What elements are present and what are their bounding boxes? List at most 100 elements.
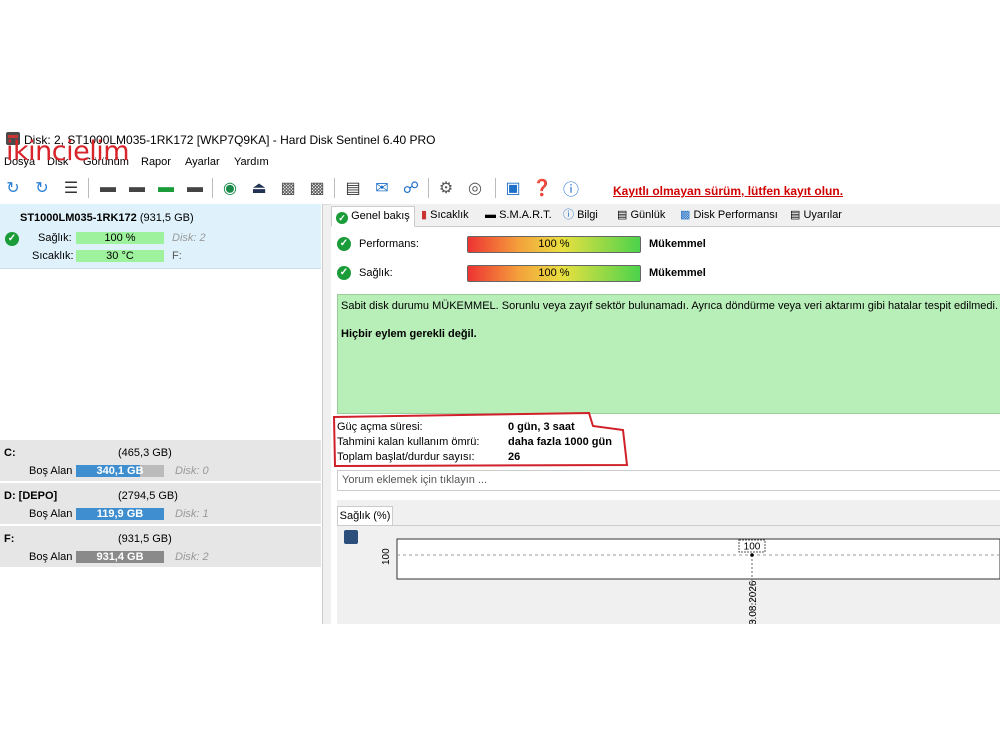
chart-area: Sağlık (%) 100 100 3.08.2026 (337, 500, 1000, 624)
free-space-value: 119,9 GB (96, 508, 144, 520)
tab-info[interactable]: ⓘ Bilgi (559, 206, 602, 225)
performance-ok-icon: ✓ (337, 237, 351, 251)
tab-label: Uyarılar (803, 209, 842, 221)
drive-icon[interactable]: ▩ (277, 177, 299, 199)
health-rating: Mükemmel (649, 267, 706, 279)
refresh-warning-icon[interactable]: ↻ (31, 177, 53, 199)
action-text: Hiçbir eylem gerekli değil. (341, 328, 477, 340)
tab-label: Genel bakış (351, 210, 410, 222)
y-tick-label: 100 (381, 548, 392, 565)
comment-input[interactable]: Yorum eklemek için tıklayın ... (337, 470, 1000, 491)
status-text: Sabit disk durumu MÜKEMMEL. Sorunlu veya… (341, 300, 999, 312)
volume-letter: D: [DEPO] (4, 490, 58, 502)
volume-letter: C: (4, 447, 16, 459)
tab-label: S.M.A.R.T. (499, 209, 552, 221)
menu-report[interactable]: Rapor (141, 156, 171, 168)
menu-bar: Dosya Disk Görünüm Rapor Ayarlar Yardım (0, 150, 1000, 170)
free-space-label: Boş Alan (29, 465, 73, 477)
volume-size: (2794,5 GB) (118, 490, 178, 502)
volume-d[interactable]: D: [DEPO] (2794,5 GB) Boş Alan 119,9 GB … (0, 483, 321, 525)
tab-alerts[interactable]: ▤ Uyarılar (786, 206, 846, 225)
free-space-bar: 931,4 GB (76, 551, 164, 563)
volume-disk: Disk: 1 (175, 508, 209, 520)
free-space-label: Boş Alan (29, 508, 73, 520)
network-icon[interactable]: ☍ (400, 177, 422, 199)
register-link[interactable]: Kayıtlı olmayan sürüm, lütfen kayıt olun… (613, 184, 843, 198)
report-icon[interactable]: ▤ (342, 177, 364, 199)
disk-temp-drive: F: (172, 250, 182, 262)
data-label: 100 (744, 542, 761, 553)
eject-icon[interactable]: ⏏ (248, 177, 270, 199)
annotation-outline (332, 411, 629, 468)
chart-tab-health[interactable]: Sağlık (%) (337, 506, 393, 525)
usb-drive-icon[interactable]: ▩ (306, 177, 328, 199)
disk-list-icon[interactable]: ☰ (60, 177, 82, 199)
tab-bar: ✓ Genel bakış ▮ Sıcaklık ▬ S.M.A.R.T. ⓘ … (331, 204, 1000, 227)
tab-smart[interactable]: ▬ S.M.A.R.T. (481, 206, 556, 225)
menu-settings[interactable]: Ayarlar (185, 156, 220, 168)
mail-icon[interactable]: ✉ (371, 177, 393, 199)
disk-icon[interactable]: ▬ (97, 177, 119, 199)
red-outline (332, 411, 629, 468)
disk-health-bar: 100 % (76, 232, 164, 244)
watermark-text: ikincielim (6, 136, 130, 167)
disk-name: ST1000LM035-1RK172 (20, 212, 137, 224)
free-space-value: 340,1 GB (96, 465, 144, 477)
disk-search-icon[interactable]: ▬ (184, 177, 206, 199)
volume-c[interactable]: C: (465,3 GB) Boş Alan 340,1 GB Disk: 0 (0, 440, 321, 482)
disk-temp-bar: 30 °C (76, 250, 164, 262)
chart-icon: ▩ (680, 209, 691, 221)
status-box: Sabit disk durumu MÜKEMMEL. Sorunlu veya… (337, 294, 1000, 414)
x-tick-label: 3.08.2026 (748, 580, 759, 624)
help-icon[interactable]: ❓ (531, 177, 553, 199)
disk-health-disk: Disk: 2 (172, 232, 206, 244)
smart-icon: ▬ (485, 209, 496, 221)
info-icon: ⓘ (563, 209, 574, 221)
health-ok-icon: ✓ (337, 266, 351, 280)
tab-temperature[interactable]: ▮ Sıcaklık (417, 206, 473, 225)
chart-body: 100 100 3.08.2026 (337, 525, 1000, 624)
tab-label: Sıcaklık (430, 209, 469, 221)
selected-disk[interactable]: ST1000LM035-1RK172 (931,5 GB) ✓ Sağlık: … (0, 204, 321, 269)
disk-clock-icon[interactable]: ▬ (126, 177, 148, 199)
performance-label: Performans: (359, 238, 419, 250)
tab-overview[interactable]: ✓ Genel bakış (331, 206, 415, 227)
volume-size: (465,3 GB) (118, 447, 172, 459)
free-space-value: 931,4 GB (96, 551, 144, 563)
app-window: Disk: 2, ST1000LM035-1RK172 [WKP7Q9KA] -… (0, 128, 1000, 624)
tab-disk-performance[interactable]: ▩ Disk Performansı (676, 206, 782, 225)
volume-size: (931,5 GB) (118, 533, 172, 545)
document-icon: ▤ (617, 209, 628, 221)
refresh-icon[interactable]: ↻ (2, 177, 24, 199)
info-icon[interactable]: ⓘ (560, 177, 582, 199)
check-icon: ✓ (336, 212, 348, 224)
status-ok-icon: ✓ (5, 232, 19, 246)
menu-help[interactable]: Yardım (234, 156, 269, 168)
disk-health-label: Sağlık: (38, 232, 72, 244)
title-bar: Disk: 2, ST1000LM035-1RK172 [WKP7Q9KA] -… (0, 128, 1000, 150)
health-chart: 100 100 3.08.2026 (381, 538, 1000, 624)
disk-panel: ST1000LM035-1RK172 (931,5 GB) ✓ Sağlık: … (0, 204, 323, 624)
free-space-bar: 340,1 GB (76, 465, 164, 477)
main-panel: ✓ Genel bakış ▮ Sıcaklık ▬ S.M.A.R.T. ⓘ … (331, 204, 1000, 624)
tab-label: Disk Performansı (693, 209, 778, 221)
tab-log[interactable]: ▤ Günlük (613, 206, 669, 225)
volume-f[interactable]: F: (931,5 GB) Boş Alan 931,4 GB Disk: 2 (0, 526, 321, 568)
disk-size: (931,5 GB) (139, 212, 194, 224)
data-point (750, 553, 754, 557)
globe-icon[interactable]: ◉ (219, 177, 241, 199)
tab-label: Bilgi (577, 209, 598, 221)
free-space-label: Boş Alan (29, 551, 73, 563)
volume-disk: Disk: 0 (175, 465, 209, 477)
health-label: Sağlık: (359, 267, 393, 279)
disk-check-icon[interactable]: ▬ (155, 177, 177, 199)
settings-gear-icon[interactable]: ⚙ (435, 177, 457, 199)
toolbar: ↻ ↻ ☰ ▬ ▬ ▬ ▬ ◉ ⏏ ▩ ▩ ▤ ✉ ☍ ⚙ ◎ ▣ ❓ ⓘ Ka… (0, 170, 1000, 205)
performance-rating: Mükemmel (649, 238, 706, 250)
thermometer-icon: ▮ (421, 209, 428, 221)
sound-icon[interactable]: ◎ (464, 177, 486, 199)
camera-icon[interactable]: ▣ (502, 177, 524, 199)
free-space-bar: 119,9 GB (76, 508, 164, 520)
health-bar: 100 % (467, 265, 641, 282)
alerts-icon: ▤ (790, 209, 801, 221)
